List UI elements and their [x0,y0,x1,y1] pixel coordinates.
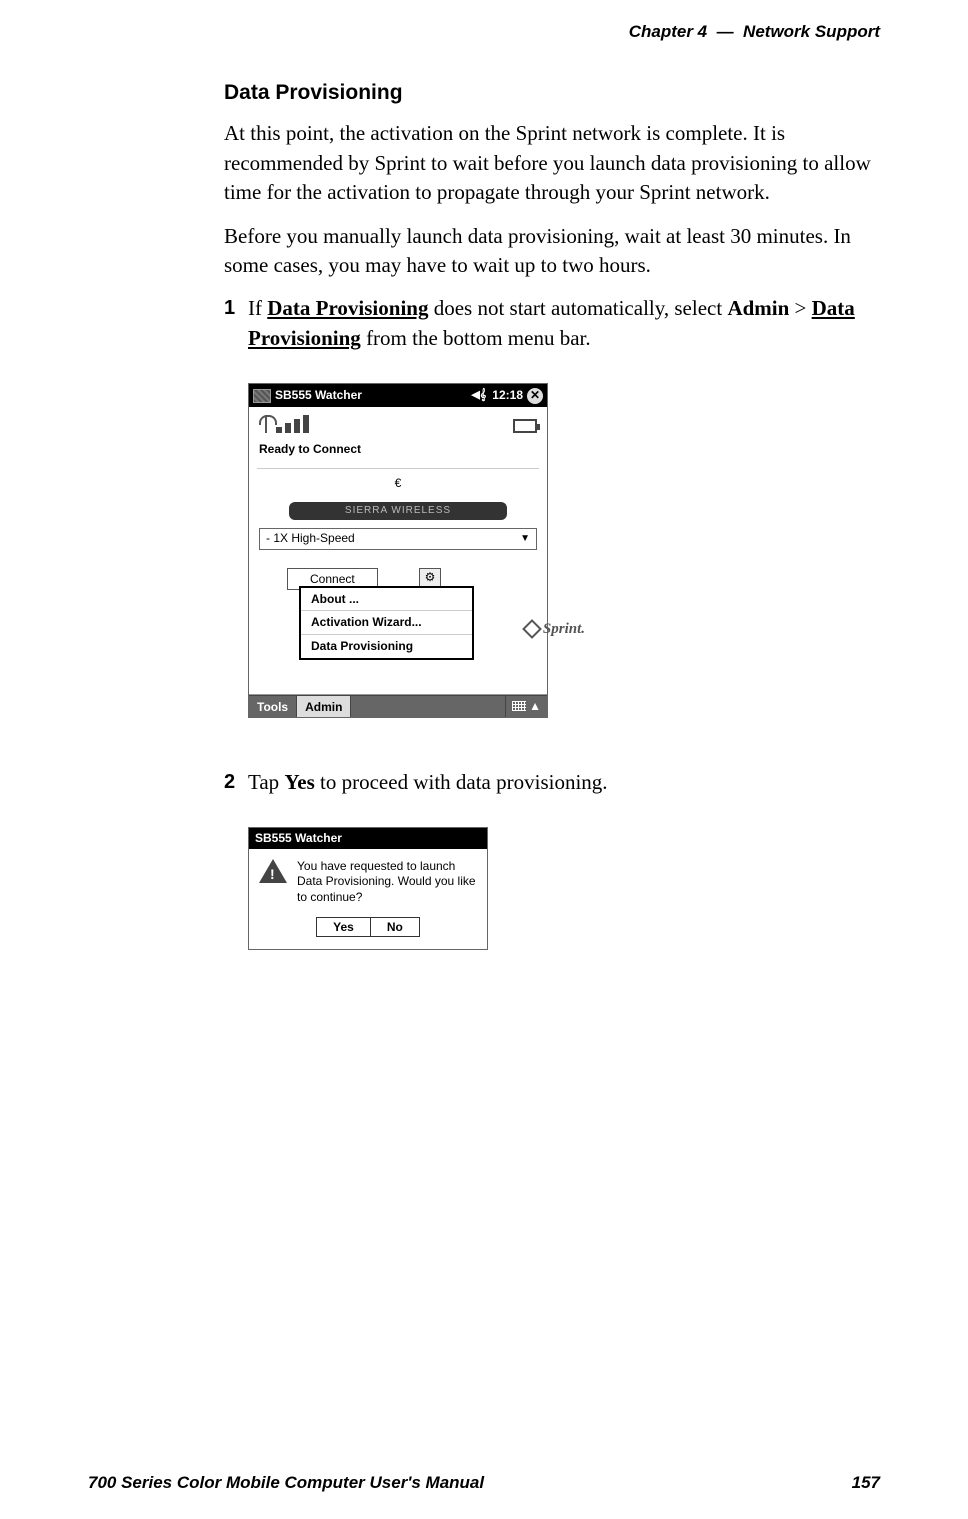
signal-bar-3 [294,419,300,433]
screenshot-watcher: SB555 Watcher ◀𝄞 12:18 ✕ Ready to Connec… [248,383,548,717]
start-icon[interactable] [253,389,271,403]
antenna-icon [259,415,273,433]
keyboard-icon[interactable]: ▲ [505,696,547,717]
step-number: 2 [224,768,248,797]
dialog-message: You have requested to launch Data Provis… [297,859,477,906]
menu-tools[interactable]: Tools [249,696,297,717]
signal-row [249,407,547,437]
paragraph-2: Before you manually launch data provisio… [224,222,884,281]
speed-dropdown[interactable]: - 1X High-Speed ▼ [259,528,537,550]
admin-popup-menu: About ... Activation Wizard... Data Prov… [299,586,474,660]
bottom-menu-bar: Tools Admin ▲ [249,695,547,717]
chevron-down-icon: ▼ [520,532,530,546]
dialog-title: SB555 Watcher [249,828,487,849]
chapter-label: Chapter [629,22,693,41]
chapter-number: 4 [698,22,707,41]
menu-item-data-provisioning[interactable]: Data Provisioning [301,635,472,658]
euro-icon: € [249,469,547,498]
window-title: SB555 Watcher [275,387,469,404]
step-2: 2 Tap Yes to proceed with data provision… [224,768,884,797]
close-icon[interactable]: ✕ [527,388,543,404]
brand-bar: SIERRA WIRELESS [289,502,507,520]
step-1-text: If Data Provisioning does not start auto… [248,294,884,353]
status-text: Ready to Connect [249,437,547,468]
battery-icon [513,419,537,433]
volume-icon[interactable]: ◀𝄞 [471,388,486,403]
paragraph-1: At this point, the activation on the Spr… [224,119,884,207]
signal-bar-2 [285,423,291,433]
warning-icon [259,859,287,883]
chapter-title: Network Support [743,22,880,41]
step-number: 1 [224,294,248,353]
signal-bar-4 [303,415,309,433]
clock[interactable]: 12:18 [492,387,523,404]
sprint-logo: Sprint. [525,619,585,640]
title-bar: SB555 Watcher ◀𝄞 12:18 ✕ [249,384,547,407]
no-button[interactable]: No [371,917,420,937]
menu-item-about[interactable]: About ... [301,588,472,612]
dropdown-value: - 1X High-Speed [266,530,355,547]
bold-yes: Yes [284,770,314,794]
footer-manual-title: 700 Series Color Mobile Computer User's … [88,1471,484,1495]
menu-item-activation-wizard[interactable]: Activation Wizard... [301,611,472,635]
bold-data-provisioning: Data Provisioning [267,296,428,320]
lower-area: Connect ⚙ About ... Activation Wizard...… [249,564,547,694]
sprint-diamond-icon [522,619,542,639]
header-sep: — [717,22,734,41]
step-2-text: Tap Yes to proceed with data provisionin… [248,768,884,797]
signal-bar-1 [276,427,282,433]
screenshot-dialog: SB555 Watcher You have requested to laun… [248,827,488,951]
settings-icon[interactable]: ⚙ [419,568,441,588]
section-heading: Data Provisioning [224,78,884,107]
footer-page-number: 157 [852,1471,880,1495]
step-1: 1 If Data Provisioning does not start au… [224,294,884,353]
bold-admin: Admin [727,296,789,320]
menu-admin[interactable]: Admin [297,696,351,717]
running-header: Chapter 4 — Network Support [629,20,880,44]
yes-button[interactable]: Yes [316,917,371,937]
